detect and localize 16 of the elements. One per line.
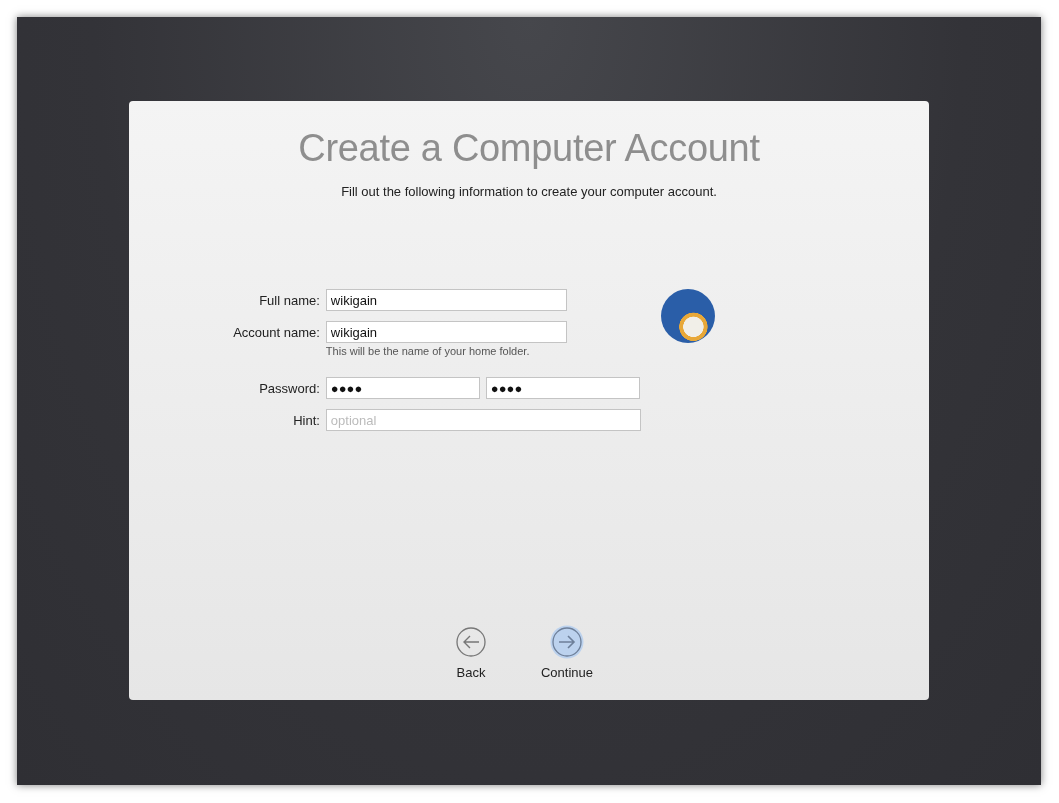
field-label: Hint: <box>293 412 320 428</box>
avatar-photo-placeholder[interactable] <box>660 289 715 343</box>
continue-button[interactable]: Continue <box>539 625 595 680</box>
page-title: Create a Computer Account <box>298 127 760 170</box>
input-field[interactable]: optional <box>325 409 641 431</box>
input-field[interactable]: wikigain <box>325 321 567 343</box>
back-button[interactable]: Back <box>443 625 499 680</box>
field-label: Full name: <box>259 292 320 308</box>
field-label: Account name: <box>233 324 320 340</box>
input-field[interactable]: wikigain <box>325 289 567 311</box>
page-subtitle: Fill out the following information to create your computer account. <box>341 184 717 199</box>
password-field[interactable]: ●●●● <box>485 377 640 399</box>
right-arrow-icon <box>550 625 584 659</box>
password-field[interactable]: ●●●● <box>325 377 480 399</box>
field-label: Password: <box>259 380 320 396</box>
field-note: This will be the name of your home folder. <box>325 345 531 357</box>
